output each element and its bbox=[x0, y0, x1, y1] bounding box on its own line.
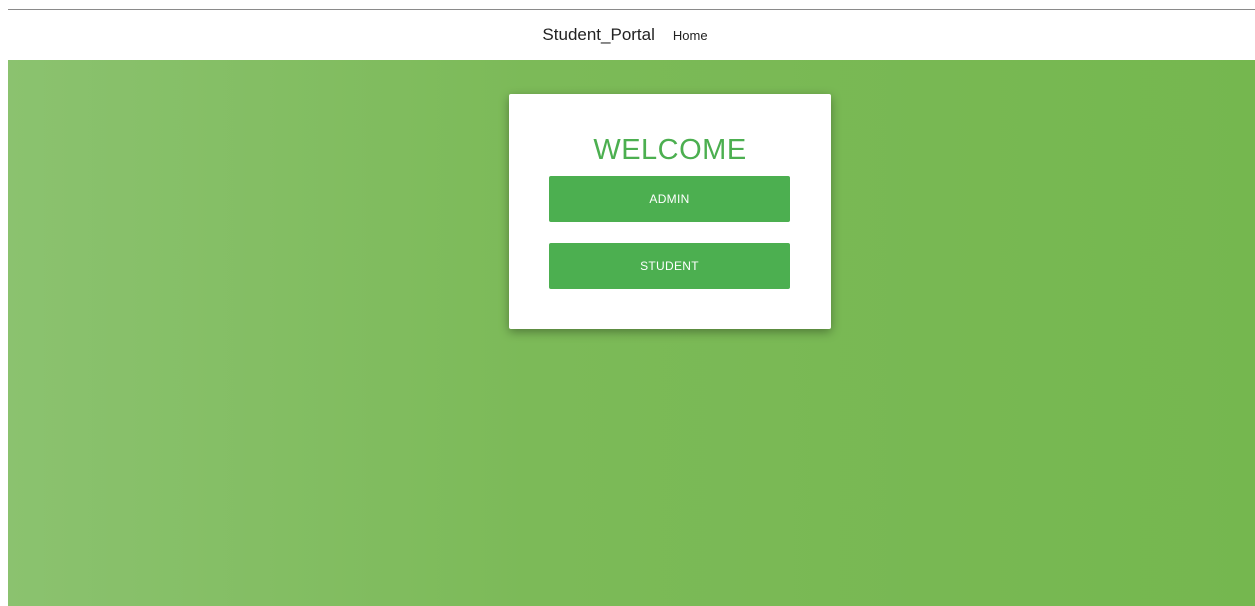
hero-background: WELCOME ADMIN STUDENT bbox=[8, 60, 1255, 606]
student-button[interactable]: STUDENT bbox=[549, 243, 790, 289]
navbar: Student_Portal Home bbox=[8, 10, 1255, 60]
welcome-card: WELCOME ADMIN STUDENT bbox=[509, 94, 831, 329]
navbar-content: Student_Portal Home bbox=[542, 25, 711, 45]
welcome-title: WELCOME bbox=[593, 134, 747, 166]
nav-link-home[interactable]: Home bbox=[669, 26, 712, 45]
brand-link[interactable]: Student_Portal bbox=[542, 25, 654, 45]
admin-button[interactable]: ADMIN bbox=[549, 176, 790, 222]
